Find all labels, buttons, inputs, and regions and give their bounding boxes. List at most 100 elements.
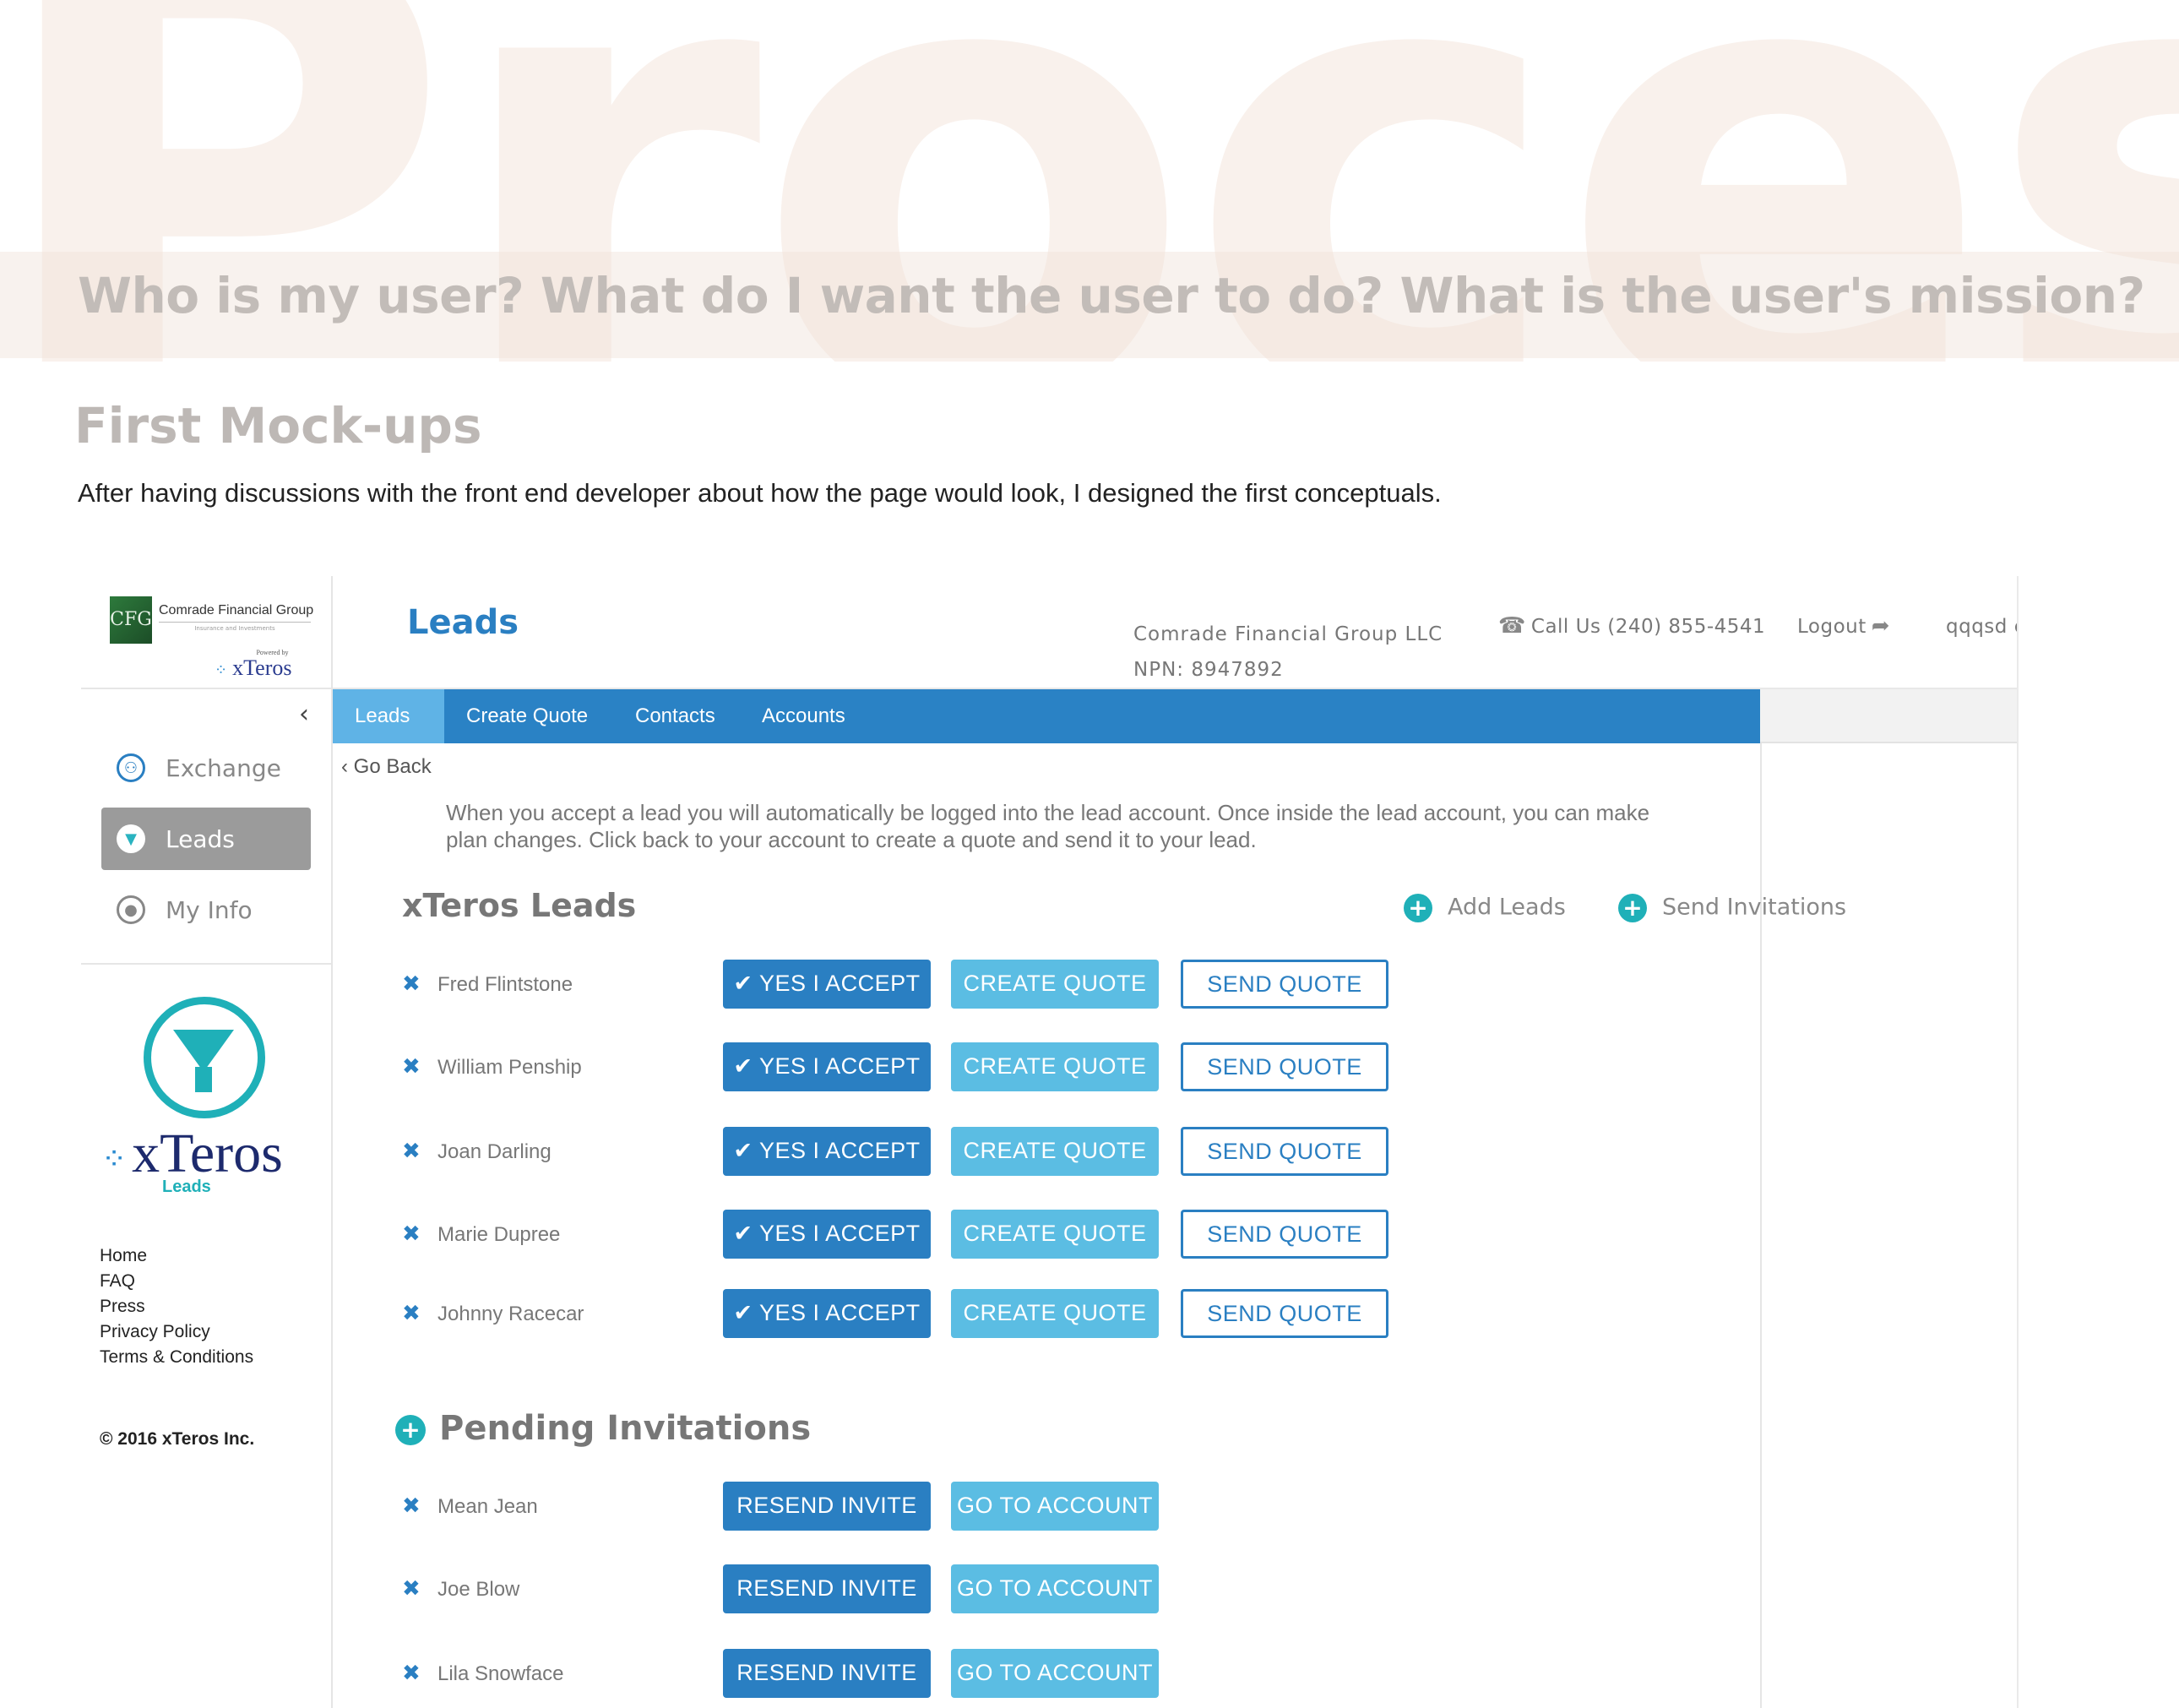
- user-icon: ●: [117, 895, 145, 924]
- check-icon: ✔: [733, 1138, 760, 1163]
- xteros-product-name: Leads: [162, 1178, 211, 1196]
- remove-lead-icon[interactable]: ✖: [402, 1301, 421, 1326]
- footer-link-faq[interactable]: FAQ: [100, 1269, 253, 1294]
- accept-lead-button[interactable]: ✔ YES I ACCEPT: [723, 1289, 931, 1338]
- section-description: After having discussions with the front …: [78, 478, 1442, 508]
- send-quote-button[interactable]: SEND QUOTE: [1181, 960, 1388, 1009]
- create-quote-button[interactable]: CREATE QUOTE: [951, 1127, 1159, 1176]
- plus-circle-icon: +: [1404, 894, 1432, 922]
- accept-lead-button[interactable]: ✔ YES I ACCEPT: [723, 1210, 931, 1259]
- invitee-name: Lila Snowface: [437, 1662, 564, 1685]
- company-logo[interactable]: CFG Comrade Financial Group Insurance an…: [110, 596, 319, 647]
- sidebar: CFG Comrade Financial Group Insurance an…: [81, 576, 333, 1708]
- powered-by-label: Powered by: [256, 649, 289, 656]
- leads-section-title: xTeros Leads: [402, 887, 637, 924]
- main-content: Leads Comrade Financial Group LLC NPN: 8…: [333, 576, 2019, 1708]
- go-to-account-button[interactable]: GO TO ACCOUNT: [951, 1482, 1159, 1531]
- send-quote-button[interactable]: SEND QUOTE: [1181, 1042, 1388, 1091]
- send-quote-button[interactable]: SEND QUOTE: [1181, 1289, 1388, 1338]
- invite-row: ✖ Mean Jean RESEND INVITE GO TO ACCOUNT: [402, 1482, 1416, 1532]
- call-us-link[interactable]: ☎ Call Us (240) 855-4541: [1493, 613, 1765, 639]
- company-logo-mark: CFG: [110, 596, 152, 644]
- frame-edge: [2017, 576, 2019, 1708]
- xteros-logo: ⁘xTeros: [101, 1122, 283, 1186]
- add-leads-button[interactable]: + Add Leads: [1404, 894, 1566, 922]
- footer-link-press[interactable]: Press: [100, 1294, 253, 1319]
- footer-link-terms[interactable]: Terms & Conditions: [100, 1345, 253, 1370]
- accept-lead-button[interactable]: ✔ YES I ACCEPT: [723, 1042, 931, 1091]
- sidebar-item-leads[interactable]: ▼ Leads: [101, 808, 311, 870]
- exchange-icon: ⚇: [117, 753, 145, 782]
- remove-lead-icon[interactable]: ✖: [402, 1139, 421, 1164]
- xteros-brand: xTeros: [132, 1123, 283, 1184]
- user-menu[interactable]: qqqsd ccc⚙: [1946, 613, 2019, 639]
- resend-invite-button[interactable]: RESEND INVITE: [723, 1564, 931, 1613]
- collapse-sidebar-icon[interactable]: ‹: [299, 699, 309, 729]
- xteros-dots-icon: ⁘: [101, 1141, 128, 1176]
- logout-icon: ➦: [1871, 613, 1891, 639]
- remove-invite-icon[interactable]: ✖: [402, 1661, 421, 1686]
- powered-by-brand: xTeros: [232, 655, 292, 680]
- tab-accounts[interactable]: Accounts: [740, 689, 867, 743]
- sidebar-item-exchange[interactable]: ⚇ Exchange: [101, 737, 311, 799]
- company-logo-tagline: Insurance and Investments: [159, 622, 311, 632]
- check-icon: ✔: [733, 1300, 760, 1325]
- go-to-account-button[interactable]: GO TO ACCOUNT: [951, 1564, 1159, 1613]
- accept-lead-button[interactable]: ✔ YES I ACCEPT: [723, 1127, 931, 1176]
- sidebar-nav: ⚇ Exchange ▼ Leads ● My Info: [101, 737, 311, 949]
- lead-row: ✖ Marie Dupree ✔ YES I ACCEPT CREATE QUO…: [402, 1210, 1416, 1260]
- page-title: Leads: [407, 603, 519, 642]
- check-icon: ✔: [733, 1221, 760, 1246]
- company-name: Comrade Financial Group LLC: [1133, 623, 1443, 645]
- sidebar-item-label: My Info: [166, 895, 253, 924]
- remove-lead-icon[interactable]: ✖: [402, 1054, 421, 1080]
- lead-row: ✖ Joan Darling ✔ YES I ACCEPT CREATE QUO…: [402, 1127, 1416, 1178]
- sidebar-divider: [81, 963, 331, 965]
- create-quote-button[interactable]: CREATE QUOTE: [951, 960, 1159, 1009]
- lead-row: ✖ Fred Flintstone ✔ YES I ACCEPT CREATE …: [402, 960, 1416, 1010]
- create-quote-button[interactable]: CREATE QUOTE: [951, 1042, 1159, 1091]
- xteros-dots-icon: ⁘: [215, 661, 228, 678]
- send-invitations-label: Send Invitations: [1662, 894, 1847, 921]
- sidebar-item-my-info[interactable]: ● My Info: [101, 878, 311, 941]
- send-invitations-button[interactable]: + Send Invitations: [1618, 894, 1846, 922]
- main-nav: Leads Create Quote Contacts Accounts: [333, 689, 1760, 743]
- section-title: First Mock-ups: [74, 397, 482, 454]
- sidebar-divider: [81, 688, 331, 689]
- lead-row: ✖ William Penship ✔ YES I ACCEPT CREATE …: [402, 1042, 1416, 1093]
- create-quote-button[interactable]: CREATE QUOTE: [951, 1210, 1159, 1259]
- remove-lead-icon[interactable]: ✖: [402, 1221, 421, 1247]
- lead-name: Fred Flintstone: [437, 973, 573, 996]
- resend-invite-button[interactable]: RESEND INVITE: [723, 1482, 931, 1531]
- tab-create-quote[interactable]: Create Quote: [444, 689, 613, 743]
- add-leads-label: Add Leads: [1448, 894, 1566, 921]
- xteros-funnel-icon: [144, 997, 265, 1118]
- resend-invite-button[interactable]: RESEND INVITE: [723, 1649, 931, 1698]
- chevron-left-icon: ‹: [341, 755, 348, 778]
- leads-mockup: CFG Comrade Financial Group Insurance an…: [81, 576, 2019, 1708]
- accept-lead-button[interactable]: ✔ YES I ACCEPT: [723, 960, 931, 1009]
- remove-lead-icon[interactable]: ✖: [402, 971, 421, 997]
- send-quote-button[interactable]: SEND QUOTE: [1181, 1127, 1388, 1176]
- create-quote-button[interactable]: CREATE QUOTE: [951, 1289, 1159, 1338]
- footer-link-privacy[interactable]: Privacy Policy: [100, 1319, 253, 1345]
- company-logo-name: Comrade Financial Group: [159, 603, 314, 617]
- send-quote-button[interactable]: SEND QUOTE: [1181, 1210, 1388, 1259]
- tab-contacts[interactable]: Contacts: [613, 689, 740, 743]
- logout-button[interactable]: Logout ➦: [1797, 613, 1895, 639]
- footer-links: Home FAQ Press Privacy Policy Terms & Co…: [100, 1243, 253, 1370]
- phone-icon: ☎: [1498, 613, 1526, 639]
- remove-invite-icon[interactable]: ✖: [402, 1576, 421, 1602]
- nav-bar-extension: [1760, 689, 2019, 743]
- plus-circle-icon[interactable]: +: [395, 1415, 426, 1445]
- remove-invite-icon[interactable]: ✖: [402, 1493, 421, 1519]
- copyright: © 2016 xTeros Inc.: [100, 1429, 255, 1449]
- user-name: qqqsd ccc: [1946, 616, 2019, 638]
- powered-by-logo: Powered by ⁘ xTeros: [215, 649, 292, 681]
- footer-link-home[interactable]: Home: [100, 1243, 253, 1269]
- accept-lead-notice: When you accept a lead you will automati…: [446, 800, 1650, 852]
- go-back-link[interactable]: ‹ Go Back: [341, 755, 432, 779]
- logout-label: Logout: [1797, 616, 1867, 638]
- tab-leads[interactable]: Leads: [333, 689, 444, 743]
- go-to-account-button[interactable]: GO TO ACCOUNT: [951, 1649, 1159, 1698]
